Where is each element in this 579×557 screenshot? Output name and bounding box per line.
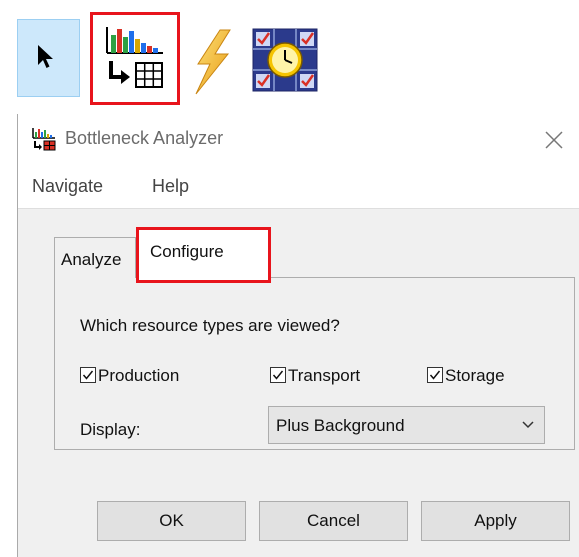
schedule-clock-icon	[252, 28, 318, 92]
display-select-value: Plus Background	[276, 416, 405, 435]
close-button[interactable]	[536, 122, 572, 158]
bottleneck-analyzer-app-icon	[32, 128, 56, 151]
production-checkbox-box[interactable]	[80, 367, 96, 383]
transport-checkbox[interactable]: Transport	[270, 365, 400, 387]
tab-analyze-label: Analyze	[61, 250, 122, 269]
close-icon	[545, 131, 563, 149]
tab-configure-label: Configure	[150, 242, 224, 261]
ok-button[interactable]: OK	[97, 501, 246, 541]
bottleneck-analyzer-window: Bottleneck Analyzer Navigate Help Analyz…	[17, 114, 579, 557]
bottleneck-analyzer-icon	[106, 27, 163, 88]
checkmark-icon	[429, 370, 441, 380]
production-checkbox[interactable]: Production	[80, 365, 210, 387]
title-bar: Bottleneck Analyzer	[18, 114, 579, 164]
window-title: Bottleneck Analyzer	[65, 128, 224, 148]
apply-button[interactable]: Apply	[421, 501, 570, 541]
cancel-button[interactable]: Cancel	[259, 501, 408, 541]
chevron-down-icon	[522, 421, 534, 429]
menu-navigate[interactable]: Navigate	[32, 176, 103, 197]
storage-label: Storage	[445, 366, 505, 385]
select-tool-button[interactable]	[17, 19, 80, 97]
display-label: Display:	[80, 420, 141, 439]
checkmark-icon	[272, 370, 284, 380]
menu-help[interactable]: Help	[152, 176, 189, 197]
schedule-tool-button[interactable]	[252, 28, 318, 92]
transport-label: Transport	[288, 366, 361, 385]
tab-analyze[interactable]: Analyze	[54, 237, 136, 278]
bottleneck-analyzer-tool-button[interactable]	[90, 12, 180, 105]
toolbar	[0, 0, 579, 112]
tab-configure[interactable]: Configure	[136, 227, 271, 283]
production-label: Production	[98, 366, 180, 385]
lightning-icon	[195, 29, 231, 95]
select-arrow-icon	[38, 45, 53, 68]
storage-checkbox-box[interactable]	[427, 367, 443, 383]
checkmark-icon	[82, 370, 94, 380]
display-select[interactable]: Plus Background	[268, 406, 545, 444]
storage-checkbox[interactable]: Storage	[427, 365, 537, 387]
lightning-tool-button[interactable]	[188, 28, 236, 96]
transport-checkbox-box[interactable]	[270, 367, 286, 383]
resource-types-question: Which resource types are viewed?	[80, 316, 340, 335]
menu-bar: Navigate Help	[18, 164, 579, 209]
